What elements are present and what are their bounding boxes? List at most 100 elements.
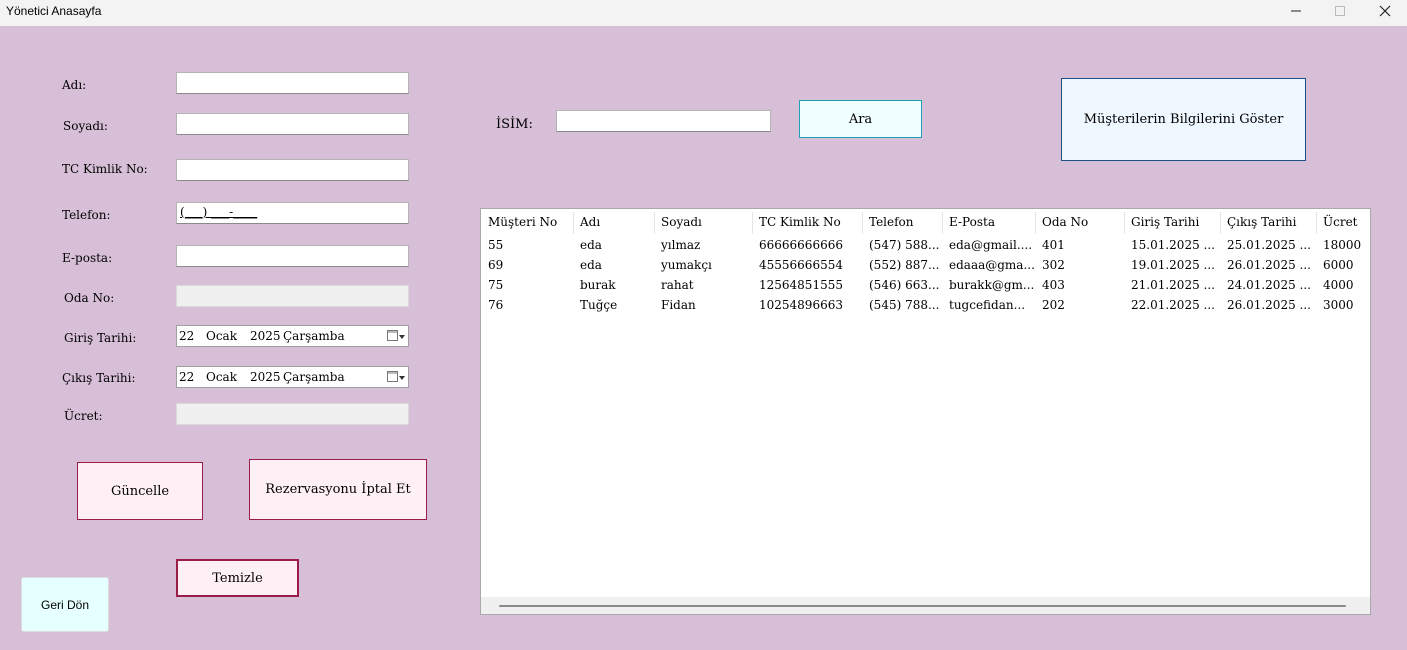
giris-weekday: Çarşamba bbox=[283, 329, 345, 343]
cell-cikis: 25.01.2025 ... bbox=[1227, 238, 1311, 252]
cell-ucret: 18000 bbox=[1323, 238, 1362, 252]
chevron-down-icon bbox=[399, 376, 405, 380]
cell-telefon: (547) 588... bbox=[869, 238, 940, 252]
cell-musteri-no: 76 bbox=[488, 298, 504, 312]
cikis-month: Ocak bbox=[206, 370, 237, 384]
column-header[interactable]: E-Posta bbox=[942, 209, 1035, 235]
scrollbar-thumb[interactable] bbox=[499, 605, 1346, 607]
giris-date-picker[interactable]: 22 Ocak 2025 Çarşamba bbox=[176, 325, 409, 347]
telefon-mask: (___) ___-____ bbox=[180, 205, 258, 219]
odano-label: Oda No: bbox=[64, 291, 115, 305]
cell-tc: 12564851555 bbox=[759, 278, 843, 292]
geri-don-button[interactable]: Geri Dön bbox=[21, 577, 109, 632]
giris-day: 22 bbox=[179, 329, 195, 343]
ucret-label: Ücret: bbox=[64, 409, 103, 423]
soyad-label: Soyadı: bbox=[63, 119, 108, 133]
soyad-input[interactable] bbox=[176, 113, 409, 135]
cell-cikis: 24.01.2025 ... bbox=[1227, 278, 1311, 292]
minimize-button[interactable] bbox=[1273, 0, 1319, 22]
cell-soyadi: rahat bbox=[661, 278, 694, 292]
cikis-day: 22 bbox=[179, 370, 195, 384]
temizle-button[interactable]: Temizle bbox=[176, 559, 299, 597]
maximize-button[interactable] bbox=[1317, 0, 1363, 22]
minimize-icon bbox=[1291, 10, 1301, 12]
title-bar: Yönetici Anasayfa bbox=[0, 0, 1407, 26]
cell-oda-no: 401 bbox=[1042, 238, 1065, 252]
guncelle-button[interactable]: Güncelle bbox=[77, 462, 203, 520]
cell-adi: eda bbox=[580, 258, 602, 272]
cell-cikis: 26.01.2025 ... bbox=[1227, 258, 1311, 272]
cell-soyadi: Fidan bbox=[661, 298, 696, 312]
ucret-input bbox=[176, 403, 409, 425]
close-button[interactable] bbox=[1362, 0, 1407, 22]
cell-adi: eda bbox=[580, 238, 602, 252]
calendar-icon bbox=[387, 330, 398, 341]
cell-eposta: burakk@gm... bbox=[949, 278, 1035, 292]
cell-soyadi: yılmaz bbox=[661, 238, 701, 252]
calendar-icon bbox=[387, 371, 398, 382]
giris-month: Ocak bbox=[206, 329, 237, 343]
cell-tc: 10254896663 bbox=[759, 298, 843, 312]
cell-ucret: 6000 bbox=[1323, 258, 1354, 272]
cell-eposta: tugcefidan... bbox=[949, 298, 1026, 312]
column-header[interactable]: Adı bbox=[573, 209, 654, 235]
cell-tc: 45556666554 bbox=[759, 258, 843, 272]
odano-input bbox=[176, 285, 409, 307]
cell-musteri-no: 75 bbox=[488, 278, 504, 292]
cell-oda-no: 202 bbox=[1042, 298, 1065, 312]
close-icon bbox=[1379, 5, 1391, 17]
eposta-label: E-posta: bbox=[62, 251, 113, 265]
cikis-label: Çıkış Tarihi: bbox=[62, 371, 136, 385]
cell-ucret: 4000 bbox=[1323, 278, 1354, 292]
window-title: Yönetici Anasayfa bbox=[6, 4, 102, 18]
giris-label: Giriş Tarihi: bbox=[64, 331, 137, 345]
cell-telefon: (545) 788... bbox=[869, 298, 940, 312]
cell-giris: 22.01.2025 ... bbox=[1131, 298, 1215, 312]
grid-header: Müşteri No Adı Soyadı TC Kimlik No Telef… bbox=[481, 209, 1370, 235]
show-customers-button[interactable]: Müşterilerin Bilgilerini Göster bbox=[1061, 78, 1306, 161]
cell-adi: Tuğçe bbox=[580, 298, 618, 312]
rezervasyon-iptal-button[interactable]: Rezervasyonu İptal Et bbox=[249, 459, 427, 520]
cikis-weekday: Çarşamba bbox=[283, 370, 345, 384]
customers-grid[interactable]: Müşteri No Adı Soyadı TC Kimlik No Telef… bbox=[480, 208, 1371, 615]
eposta-input[interactable] bbox=[176, 245, 409, 267]
column-header[interactable]: Oda No bbox=[1035, 209, 1124, 235]
column-header[interactable]: TC Kimlik No bbox=[752, 209, 862, 235]
cell-oda-no: 302 bbox=[1042, 258, 1065, 272]
ad-input[interactable] bbox=[176, 72, 409, 94]
column-header[interactable]: Giriş Tarihi bbox=[1124, 209, 1220, 235]
cell-giris: 15.01.2025 ... bbox=[1131, 238, 1215, 252]
cell-giris: 21.01.2025 ... bbox=[1131, 278, 1215, 292]
table-row[interactable]: 69 eda yumakçı 45556666554 (552) 887... … bbox=[481, 255, 1370, 275]
isim-label: İSİM: bbox=[496, 117, 533, 132]
table-row[interactable]: 55 eda yılmaz 66666666666 (547) 588... e… bbox=[481, 235, 1370, 255]
ad-label: Adı: bbox=[62, 78, 87, 92]
cikis-year: 2025 bbox=[250, 370, 281, 384]
cikis-date-picker[interactable]: 22 Ocak 2025 Çarşamba bbox=[176, 366, 409, 388]
telefon-label: Telefon: bbox=[62, 208, 111, 222]
cell-soyadi: yumakçı bbox=[661, 258, 712, 272]
cell-giris: 19.01.2025 ... bbox=[1131, 258, 1215, 272]
column-header[interactable]: Soyadı bbox=[654, 209, 752, 235]
cell-adi: burak bbox=[580, 278, 616, 292]
column-header[interactable]: Çıkış Tarihi bbox=[1220, 209, 1316, 235]
cell-oda-no: 403 bbox=[1042, 278, 1065, 292]
column-header[interactable]: Ücret bbox=[1316, 209, 1370, 235]
isim-search-input[interactable] bbox=[556, 110, 771, 132]
cell-tc: 66666666666 bbox=[759, 238, 843, 252]
table-row[interactable]: 75 burak rahat 12564851555 (546) 663... … bbox=[481, 275, 1370, 295]
telefon-input[interactable]: (___) ___-____ bbox=[176, 202, 409, 224]
cell-cikis: 26.01.2025 ... bbox=[1227, 298, 1311, 312]
table-row[interactable]: 76 Tuğçe Fidan 10254896663 (545) 788... … bbox=[481, 295, 1370, 315]
ara-button[interactable]: Ara bbox=[799, 100, 922, 138]
column-header[interactable]: Telefon bbox=[862, 209, 942, 235]
maximize-icon bbox=[1335, 6, 1345, 16]
cell-eposta: edaaa@gma... bbox=[949, 258, 1035, 272]
cell-ucret: 3000 bbox=[1323, 298, 1354, 312]
tc-input[interactable] bbox=[176, 159, 409, 181]
tc-label: TC Kimlik No: bbox=[62, 162, 148, 176]
column-header[interactable]: Müşteri No bbox=[481, 209, 573, 235]
giris-year: 2025 bbox=[250, 329, 281, 343]
cell-musteri-no: 55 bbox=[488, 238, 504, 252]
horizontal-scrollbar[interactable] bbox=[481, 597, 1370, 614]
